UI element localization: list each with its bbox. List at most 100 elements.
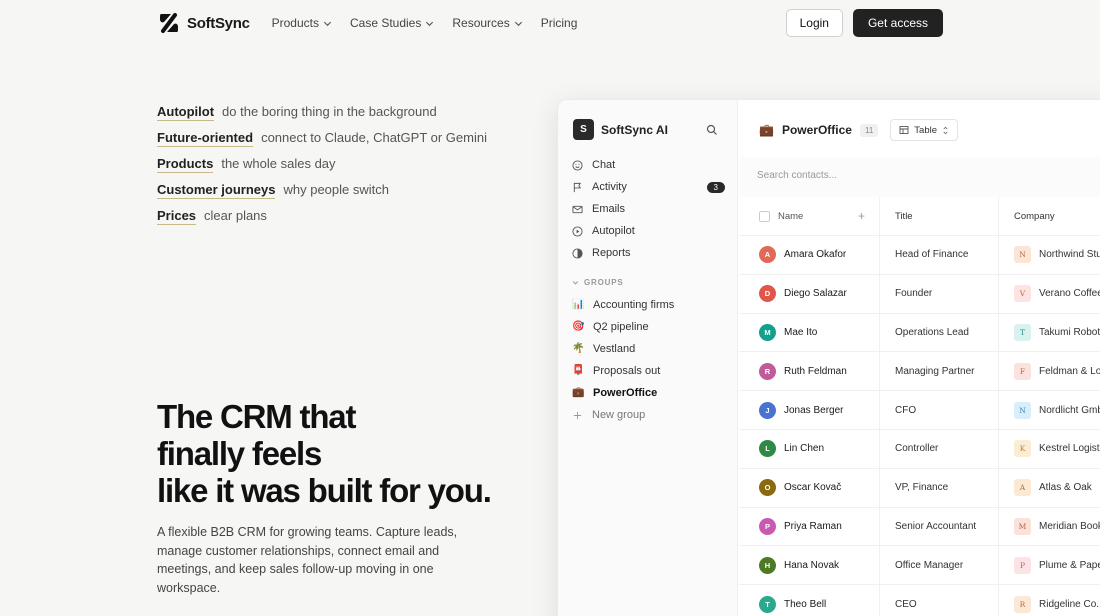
app-sidebar: S SoftSync AI Chat Activity 3 Emails Aut… <box>558 100 738 616</box>
feature-link-products[interactable]: Products <box>157 156 214 173</box>
company-cell: V Verano Coffee <box>999 275 1100 313</box>
sidebar-item-chat[interactable]: Chat <box>572 154 725 176</box>
group-item-accounting-firms[interactable]: 📊 Accounting firms <box>572 294 725 316</box>
search-icon[interactable] <box>706 124 718 136</box>
group-item-vestland[interactable]: 🌴 Vestland <box>572 338 725 360</box>
company-logo: N <box>1014 246 1031 264</box>
sidebar-item-autopilot[interactable]: Autopilot <box>572 220 725 242</box>
sidebar-item-emails[interactable]: Emails <box>572 198 725 220</box>
table-row[interactable]: T Theo Bell CEO R Ridgeline Co. <box>739 585 1100 616</box>
contact-name[interactable]: Jonas Berger <box>784 405 843 416</box>
avatar: R <box>759 362 776 380</box>
column-label: Name <box>778 210 804 222</box>
table-row[interactable]: D Diego Salazar Founder V Verano Coffee <box>739 274 1100 314</box>
company-name[interactable]: Northwind Stu <box>1039 249 1100 260</box>
table-row[interactable]: R Ruth Feldman Managing Partner F Feldman & … <box>739 352 1100 392</box>
company-name[interactable]: Meridian Book <box>1039 521 1100 532</box>
feature-link-autopilot[interactable]: Autopilot <box>157 104 215 121</box>
play-circle-icon <box>572 225 583 237</box>
new-group-label: New group <box>592 409 646 421</box>
table-row[interactable]: L Lin Chen Controller K Kestrel Logisti <box>739 429 1100 469</box>
table-row[interactable]: P Priya Raman Senior Accountant M Meridian B… <box>739 507 1100 547</box>
briefcase-emoji-icon: 💼 <box>759 123 774 137</box>
name-cell: T Theo Bell <box>739 585 880 616</box>
contact-name[interactable]: Priya Raman <box>784 521 842 532</box>
company-name[interactable]: Verano Coffee <box>1039 288 1100 299</box>
nav-pricing[interactable]: Pricing <box>541 16 578 30</box>
flag-icon <box>573 182 582 192</box>
feature-link-prices[interactable]: Prices <box>157 208 197 225</box>
title-column-header[interactable]: Title <box>880 197 999 235</box>
name-column-header[interactable]: Name + <box>739 197 880 235</box>
company-name[interactable]: Nordlicht Gmb <box>1039 405 1100 416</box>
table-row[interactable]: O Oscar Kovač VP, Finance A Atlas & Oak <box>739 468 1100 508</box>
sidebar-groups: 📊 Accounting firms 🎯 Q2 pipeline 🌴 Vestl… <box>572 294 725 426</box>
avatar: M <box>759 323 776 341</box>
select-all-checkbox[interactable] <box>759 210 770 222</box>
contact-name[interactable]: Oscar Kovač <box>784 482 841 493</box>
nav-links: Products Case Studies Resources Pricing <box>272 16 578 30</box>
group-item-proposals-out[interactable]: 📮 Proposals out <box>572 360 725 382</box>
feature-link-customer-journeys[interactable]: Customer journeys <box>157 182 276 199</box>
groups-label: GROUPS <box>584 278 624 287</box>
company-cell: P Plume & Pape <box>999 546 1100 584</box>
company-column-header[interactable]: Company <box>999 197 1055 235</box>
nav-link-label: Resources <box>452 16 510 30</box>
table-row[interactable]: J Jonas Berger CFO N Nordlicht Gmb <box>739 391 1100 430</box>
brand[interactable]: SoftSync <box>157 11 250 35</box>
name-cell: L Lin Chen <box>739 429 880 468</box>
avatar: H <box>759 556 776 574</box>
add-column-icon[interactable]: + <box>858 209 865 223</box>
sidebar-item-reports[interactable]: Reports <box>572 242 725 264</box>
workspace-title[interactable]: SoftSync AI <box>601 123 668 137</box>
chart-emoji-icon: 📊 <box>572 299 585 310</box>
company-name[interactable]: Feldman & Lov <box>1039 366 1100 377</box>
hero-title-line: The CRM that <box>157 398 356 435</box>
nav-products[interactable]: Products <box>272 16 332 30</box>
contact-name[interactable]: Hana Novak <box>784 560 839 571</box>
company-name[interactable]: Plume & Pape <box>1039 560 1100 571</box>
company-cell: N Nordlicht Gmb <box>999 391 1100 429</box>
contact-name[interactable]: Lin Chen <box>784 443 824 454</box>
nav-resources[interactable]: Resources <box>452 16 522 30</box>
group-item-q2-pipeline[interactable]: 🎯 Q2 pipeline <box>572 316 725 338</box>
pie-icon <box>572 247 583 259</box>
table-row[interactable]: H Hana Novak Office Manager P Plume & Pape <box>739 546 1100 586</box>
feature-item: Products the whole sales day <box>157 156 487 182</box>
contact-name[interactable]: Diego Salazar <box>784 288 847 299</box>
contact-name[interactable]: Amara Okafor <box>784 249 846 260</box>
company-name[interactable]: Takumi Roboti <box>1039 327 1100 338</box>
feature-item: Future-oriented connect to Claude, ChatG… <box>157 130 487 156</box>
login-button[interactable]: Login <box>785 9 843 37</box>
feature-link-future-oriented[interactable]: Future-oriented <box>157 130 254 147</box>
get-access-button[interactable]: Get access <box>852 9 943 37</box>
company-name[interactable]: Atlas & Oak <box>1039 482 1092 493</box>
company-name[interactable]: Kestrel Logisti <box>1039 443 1100 454</box>
table-row[interactable]: A Amara Okafor Head of Finance N Northwind S… <box>739 236 1100 275</box>
hero-title: The CRM that finally feels like it was b… <box>157 398 517 509</box>
contact-name[interactable]: Mae Ito <box>784 327 817 338</box>
avatar: D <box>759 285 776 303</box>
main-header: 💼 PowerOffice 11 Table <box>759 119 959 141</box>
table-row[interactable]: M Mae Ito Operations Lead T Takumi Roboti <box>739 313 1100 353</box>
top-nav: SoftSync Products Case Studies Resources… <box>157 9 943 37</box>
company-cell: F Feldman & Lov <box>999 352 1100 390</box>
group-label: Q2 pipeline <box>593 321 649 333</box>
contact-name[interactable]: Theo Bell <box>784 599 826 610</box>
title-cell: Managing Partner <box>880 352 999 391</box>
contacts-search-input[interactable]: Search contacts... <box>757 170 837 181</box>
contact-name[interactable]: Ruth Feldman <box>784 366 847 377</box>
name-cell: J Jonas Berger <box>739 391 880 429</box>
nav-case-studies[interactable]: Case Studies <box>350 16 434 30</box>
company-name[interactable]: Ridgeline Co. <box>1039 599 1099 610</box>
sidebar-item-activity[interactable]: Activity 3 <box>572 176 725 198</box>
avatar: P <box>759 517 776 535</box>
groups-header[interactable]: GROUPS <box>572 278 623 287</box>
sidebar-item-label: Emails <box>592 203 626 215</box>
view-switcher[interactable]: Table <box>890 119 959 141</box>
group-item-poweroffice[interactable]: 💼 PowerOffice <box>572 382 725 404</box>
new-group-button[interactable]: New group <box>572 404 725 426</box>
sidebar-item-label: Autopilot <box>592 225 635 237</box>
hero-title-line: like it was built for you. <box>157 472 492 509</box>
palm-tree-emoji-icon: 🌴 <box>572 343 585 354</box>
